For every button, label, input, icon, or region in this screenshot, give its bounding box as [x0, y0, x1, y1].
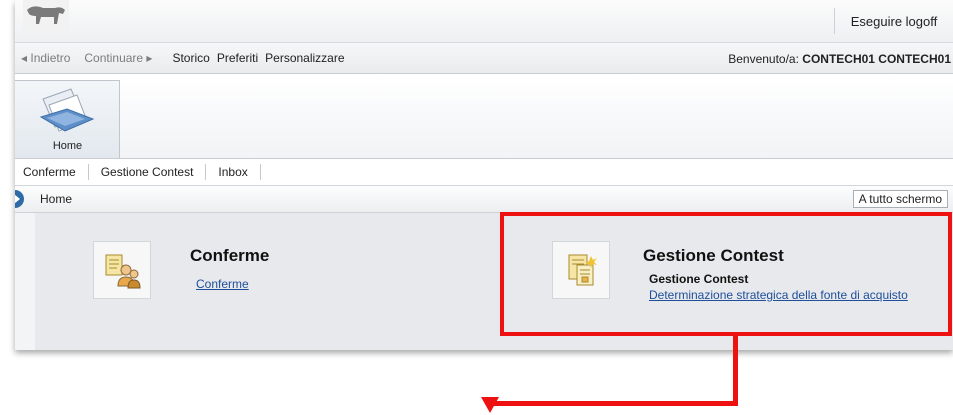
breadcrumb-bar: Home A tutto schermo [15, 186, 953, 213]
annotation-arrow-icon [481, 397, 499, 413]
back-button[interactable]: ◂ Indietro [21, 51, 70, 65]
dog-logo-icon [23, 0, 69, 34]
tab-conferme[interactable]: Conferme [15, 164, 89, 180]
tab-gestione-contest[interactable]: Gestione Contest [89, 164, 207, 180]
annotation-connector-horizontal [488, 401, 738, 406]
fullscreen-button[interactable]: A tutto schermo [852, 190, 948, 208]
breadcrumb: Home [40, 192, 73, 206]
favorites-link[interactable]: Preferiti [217, 51, 258, 65]
tab-inbox[interactable]: Inbox [206, 164, 261, 180]
navigation-bar: ◂ Indietro Continuare ▸ Storico Preferit… [15, 43, 953, 74]
sub-tabs: Conferme Gestione Contest Inbox [15, 159, 953, 186]
home-tab[interactable]: Home [15, 80, 120, 158]
confirm-people-icon[interactable] [93, 241, 151, 299]
left-panel-strip [15, 213, 35, 350]
home-tab-label: Home [52, 140, 83, 152]
top-bar: Eseguire logoff [15, 0, 953, 43]
home-documents-icon [39, 88, 95, 132]
welcome-text: Benvenuto/a: CONTECH01 CONTECH01 [728, 52, 951, 66]
personalize-link[interactable]: Personalizzare [265, 51, 344, 65]
chevron-right-icon[interactable] [15, 190, 24, 208]
conferme-link[interactable]: Conferme [196, 277, 249, 291]
logoff-button[interactable]: Eseguire logoff [834, 8, 953, 34]
forward-button[interactable]: Continuare ▸ [84, 51, 152, 65]
history-link[interactable]: Storico [172, 51, 209, 65]
ribbon: Home [15, 74, 953, 159]
welcome-user: CONTECH01 CONTECH01 [802, 52, 951, 66]
annotation-highlight-box [500, 212, 952, 336]
annotation-connector-vertical [733, 336, 738, 406]
welcome-prefix: Benvenuto/a: [728, 52, 799, 66]
tile-conferme-title: Conferme [190, 246, 270, 265]
